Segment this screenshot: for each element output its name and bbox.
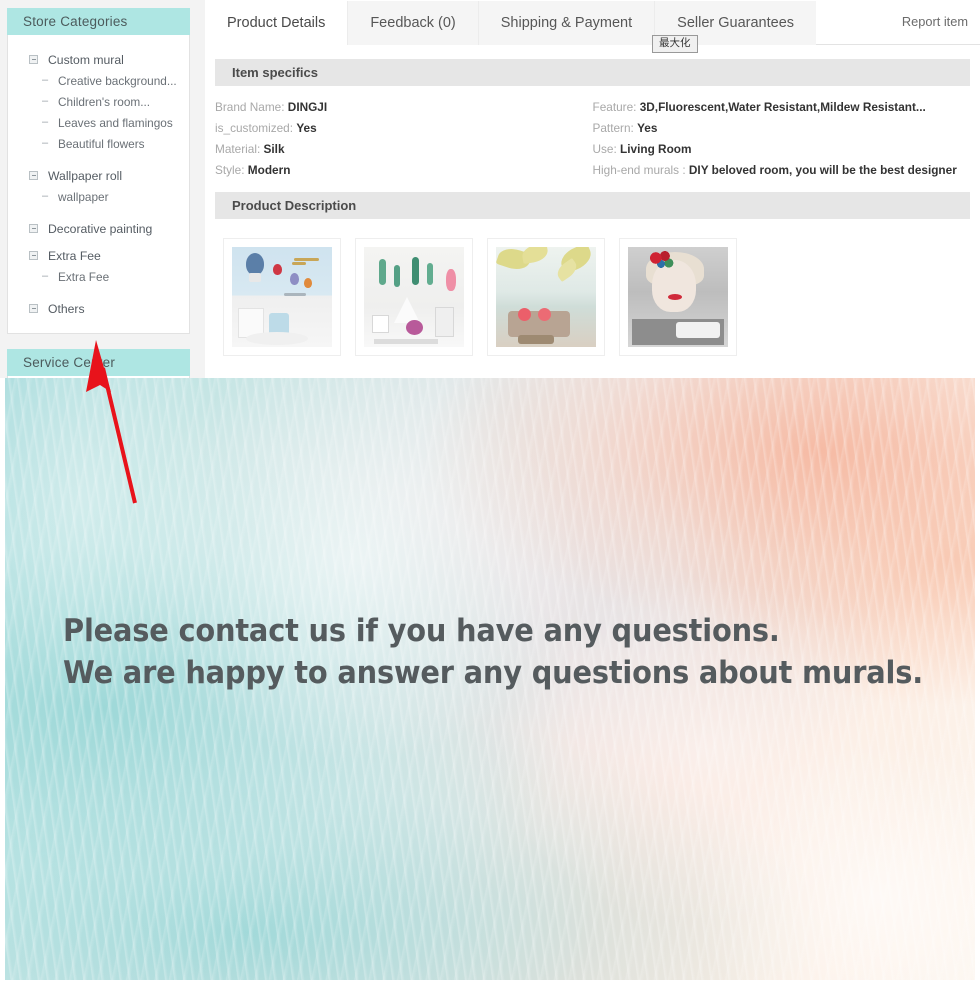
spec-key: Brand Name: — [215, 100, 285, 114]
banner-text-block: Please contact us if you have any questi… — [63, 610, 975, 694]
collapse-box-icon[interactable] — [29, 251, 38, 260]
sidebar-item-label: Extra Fee — [48, 248, 101, 263]
product-thumbnail[interactable] — [355, 238, 473, 356]
sidebar-item-label: Custom mural — [48, 52, 124, 67]
sidebar-item-decorative-painting[interactable]: Decorative painting — [8, 218, 189, 239]
sidebar-item-childrens-room[interactable]: – Children's room... — [8, 91, 189, 112]
tab-shipping-payment[interactable]: Shipping & Payment — [477, 1, 655, 45]
spec-value: Yes — [296, 121, 317, 135]
spec-value: Modern — [247, 163, 291, 177]
spec-row: Brand Name: DINGJI — [215, 97, 593, 118]
spec-value: Silk — [263, 142, 285, 156]
sidebar: Store Categories Custom mural – Creative… — [7, 8, 190, 378]
collapse-box-icon[interactable] — [29, 171, 38, 180]
sidebar-item-extra-fee-child[interactable]: – Extra Fee — [8, 266, 189, 287]
item-specifics-left-column: Brand Name: DINGJI is_customized: Yes Ma… — [215, 97, 593, 181]
sidebar-item-wallpaper[interactable]: – wallpaper — [8, 186, 189, 207]
spec-key: Material: — [215, 142, 261, 156]
tab-feedback[interactable]: Feedback (0) — [347, 1, 478, 45]
tab-product-details[interactable]: Product Details — [205, 1, 348, 45]
dash-icon: – — [42, 190, 49, 202]
kids-room-balloons-image — [232, 247, 332, 347]
spec-key: Feature: — [592, 100, 637, 114]
spec-value: 3D,Fluorescent,Water Resistant,Mildew Re… — [639, 100, 926, 114]
spec-row: Pattern: Yes — [593, 118, 971, 139]
item-specifics-grid: Brand Name: DINGJI is_customized: Yes Ma… — [205, 86, 980, 181]
dash-icon: – — [42, 137, 49, 149]
banner-line-2: We are happy to answer any questions abo… — [63, 655, 923, 691]
store-categories-list: Custom mural – Creative background... – … — [7, 35, 190, 334]
service-center-panel: Service Center Contact Now — [7, 349, 190, 378]
sidebar-item-beautiful-flowers[interactable]: – Beautiful flowers — [8, 133, 189, 154]
spec-row: Use: Living Room — [593, 139, 971, 160]
service-center-title: Service Center — [7, 349, 190, 376]
spec-row: Material: Silk — [215, 139, 593, 160]
sidebar-item-label: Children's room... — [58, 94, 151, 109]
product-thumbnail[interactable] — [487, 238, 605, 356]
dash-icon: – — [42, 95, 49, 107]
dash-icon: – — [42, 270, 49, 282]
product-description-heading: Product Description — [215, 192, 970, 219]
product-thumbnail[interactable] — [223, 238, 341, 356]
spec-key: Pattern: — [592, 121, 634, 135]
sidebar-item-creative-background[interactable]: – Creative background... — [8, 70, 189, 91]
sidebar-item-label: Extra Fee — [58, 269, 110, 284]
tropical-palm-sofa-image — [496, 247, 596, 347]
sidebar-item-label: Creative background... — [58, 73, 177, 88]
spec-key: Style: — [215, 163, 245, 177]
sidebar-item-leaves-and-flamingos[interactable]: – Leaves and flamingos — [8, 112, 189, 133]
spec-value: DINGJI — [287, 100, 328, 114]
spec-row: is_customized: Yes — [215, 118, 593, 139]
sidebar-item-custom-mural[interactable]: Custom mural — [8, 49, 189, 70]
product-thumbnail[interactable] — [619, 238, 737, 356]
banner-line-1: Please contact us if you have any questi… — [63, 613, 780, 649]
sidebar-item-label: wallpaper — [58, 189, 109, 204]
spec-row: Style: Modern — [215, 160, 593, 181]
store-categories-panel: Store Categories Custom mural – Creative… — [7, 8, 190, 334]
item-specifics-heading: Item specifics — [215, 59, 970, 86]
marilyn-monroe-image — [628, 247, 728, 347]
sidebar-item-others[interactable]: Others — [8, 298, 189, 319]
contact-banner: Please contact us if you have any questi… — [5, 378, 975, 980]
spec-key: Use: — [592, 142, 617, 156]
report-item-link[interactable]: Report item — [902, 14, 968, 29]
product-content-panel: Product Details Feedback (0) Shipping & … — [205, 0, 980, 378]
sidebar-item-label: Beautiful flowers — [58, 136, 145, 151]
sidebar-item-label: Others — [48, 301, 85, 316]
collapse-box-icon[interactable] — [29, 224, 38, 233]
sidebar-item-extra-fee[interactable]: Extra Fee — [8, 245, 189, 266]
sidebar-item-label: Leaves and flamingos — [58, 115, 173, 130]
spec-row: High-end murals : DIY beloved room, you … — [593, 160, 971, 181]
tab-list: Product Details Feedback (0) Shipping & … — [205, 0, 980, 45]
page-root: Store Categories Custom mural – Creative… — [0, 0, 980, 994]
spec-value: DIY beloved room, you will be the best d… — [688, 163, 957, 177]
collapse-box-icon[interactable] — [29, 304, 38, 313]
tab-bar: Product Details Feedback (0) Shipping & … — [205, 0, 980, 45]
nordic-cactus-image — [364, 247, 464, 347]
spec-value: Living Room — [620, 142, 692, 156]
dash-icon: – — [42, 116, 49, 128]
product-description-thumbnails — [205, 219, 980, 356]
sidebar-item-label: Wallpaper roll — [48, 168, 123, 183]
sidebar-item-wallpaper-roll[interactable]: Wallpaper roll — [8, 165, 189, 186]
store-categories-title: Store Categories — [7, 8, 190, 35]
spec-key: High-end murals : — [592, 163, 686, 177]
item-specifics-right-column: Feature: 3D,Fluorescent,Water Resistant,… — [593, 97, 971, 181]
spec-row: Feature: 3D,Fluorescent,Water Resistant,… — [593, 97, 971, 118]
sidebar-item-label: Decorative painting — [48, 221, 153, 236]
maximize-button[interactable]: 最大化 — [652, 35, 698, 53]
spec-key: is_customized: — [215, 121, 294, 135]
spec-value: Yes — [637, 121, 658, 135]
dash-icon: – — [42, 74, 49, 86]
product-page-top-area: Store Categories Custom mural – Creative… — [0, 0, 980, 378]
collapse-box-icon[interactable] — [29, 55, 38, 64]
